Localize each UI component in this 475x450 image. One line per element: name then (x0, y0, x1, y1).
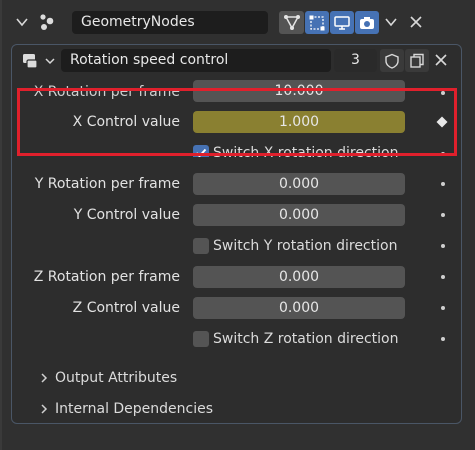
keyframe-dot[interactable] (441, 244, 445, 248)
duplicate-icon[interactable] (405, 49, 429, 72)
z-control-field[interactable]: 0.000 (193, 297, 405, 319)
dropdown-chevron-icon[interactable] (383, 14, 399, 30)
keyframe-dot[interactable] (441, 182, 445, 186)
node-tree-selector-icon[interactable] (22, 49, 60, 72)
output-attributes-section[interactable]: Output Attributes (55, 369, 177, 387)
keyframe-dot[interactable] (441, 306, 445, 310)
node-tree-icon[interactable] (279, 11, 304, 34)
keyframe-diamond-icon[interactable] (436, 116, 448, 128)
x-control-label: X Control value (72, 114, 180, 130)
unlink-icon[interactable] (434, 53, 448, 67)
keyframe-dot[interactable] (441, 213, 445, 217)
modifier-name-field[interactable]: GeometryNodes (72, 11, 268, 34)
annotation-mask (20, 157, 454, 167)
z-rotation-label: Z Rotation per frame (33, 269, 180, 285)
switch-z-checkbox[interactable] (193, 331, 209, 347)
window-edge (0, 0, 2, 450)
keyframe-dot[interactable] (441, 152, 445, 156)
x-rotation-label: X Rotation per frame (33, 84, 180, 100)
internal-dependencies-section[interactable]: Internal Dependencies (55, 400, 213, 418)
switch-z-label: Switch Z rotation direction (213, 331, 399, 347)
y-rotation-label: Y Rotation per frame (34, 176, 180, 192)
internal-dependencies-expand-icon[interactable] (38, 403, 50, 415)
y-control-label: Y Control value (73, 207, 180, 223)
fake-user-shield-icon[interactable] (380, 49, 404, 72)
collapse-chevron-icon[interactable] (14, 14, 30, 30)
keyframe-dot[interactable] (441, 91, 445, 95)
close-icon[interactable] (409, 15, 423, 29)
keyframe-dot[interactable] (441, 275, 445, 279)
viewport-display-icon[interactable] (330, 11, 354, 34)
render-icon[interactable] (355, 11, 379, 34)
switch-y-label: Switch Y rotation direction (213, 238, 398, 254)
user-count[interactable]: 3 (334, 49, 377, 72)
z-control-label: Z Control value (72, 300, 180, 316)
y-rotation-field[interactable]: 0.000 (193, 173, 405, 195)
node-group-name-field[interactable]: Rotation speed control (61, 49, 331, 72)
output-attributes-expand-icon[interactable] (38, 372, 50, 384)
x-rotation-field[interactable]: 10.000 (193, 80, 405, 102)
switch-y-checkbox[interactable] (193, 238, 209, 254)
geometry-nodes-icon (37, 12, 59, 32)
keyframe-dot[interactable] (441, 337, 445, 341)
y-control-field[interactable]: 0.000 (193, 204, 405, 226)
z-rotation-field[interactable]: 0.000 (193, 266, 405, 288)
edit-mode-icon[interactable] (305, 11, 329, 34)
x-control-field[interactable]: 1.000 (193, 111, 405, 133)
